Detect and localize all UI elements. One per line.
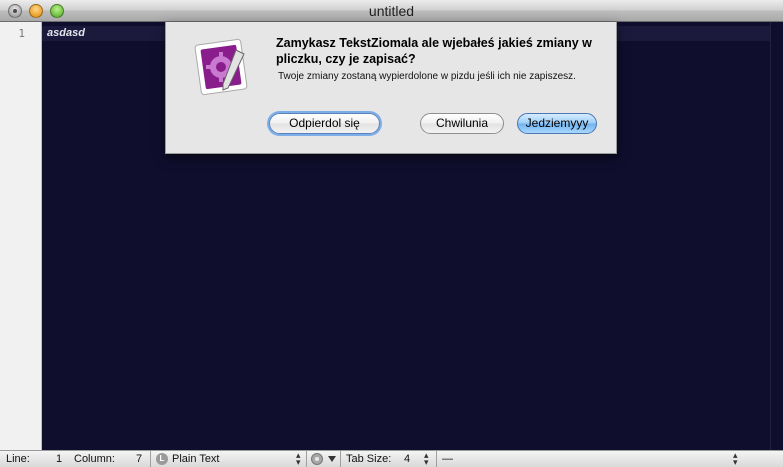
- line-value[interactable]: 1: [56, 453, 62, 465]
- line-number-gutter[interactable]: 1: [0, 22, 42, 450]
- line-label: Line:: [6, 453, 30, 465]
- tab-size-label: Tab Size:: [346, 453, 392, 465]
- save-changes-sheet: Zamykasz TekstZiomala ale wjebałeś jakie…: [165, 22, 617, 154]
- save-button[interactable]: Jedziemyyy: [517, 113, 597, 134]
- status-bar: Line: 1 Column: 7 L Plain Text ▴ ▾ Tab Si…: [0, 450, 783, 467]
- syntax-language-icon: L: [156, 453, 168, 465]
- column-label: Column:: [74, 453, 115, 465]
- syntax-updown-icon[interactable]: ▴ ▾: [296, 451, 301, 467]
- tab-size-updown-icon[interactable]: ▴ ▾: [424, 451, 429, 467]
- cancel-button[interactable]: Chwilunia: [420, 113, 504, 134]
- symbol-selector[interactable]: —: [442, 453, 453, 465]
- gear-menu-arrow-icon[interactable]: [328, 456, 336, 462]
- dialog-message: Twoje zmiany zostaną wypierdolone w pizd…: [278, 71, 576, 82]
- editor-line[interactable]: asdasd: [47, 27, 85, 39]
- dont-save-button[interactable]: Odpierdol się: [269, 113, 380, 134]
- dialog-title: Zamykasz TekstZiomala ale wjebałeś jakie…: [276, 36, 592, 66]
- window-title: untitled: [368, 3, 415, 19]
- symbol-updown-icon[interactable]: ▴ ▾: [733, 451, 738, 467]
- status-divider: [150, 451, 151, 467]
- syntax-selector[interactable]: Plain Text: [172, 453, 220, 465]
- gear-icon[interactable]: [311, 453, 323, 465]
- textmate-app-icon: [194, 38, 248, 96]
- status-divider: [436, 451, 437, 467]
- title-bar[interactable]: untitled: [0, 0, 783, 22]
- vertical-scrollbar[interactable]: [770, 22, 783, 450]
- status-divider: [306, 451, 307, 467]
- tab-size-value[interactable]: 4: [404, 453, 410, 465]
- line-number: 1: [18, 27, 25, 40]
- editor-window: untitled 1 asdasd Line: 1 Column: 7 L Pl…: [0, 0, 783, 467]
- status-divider: [340, 451, 341, 467]
- column-value[interactable]: 7: [136, 453, 142, 465]
